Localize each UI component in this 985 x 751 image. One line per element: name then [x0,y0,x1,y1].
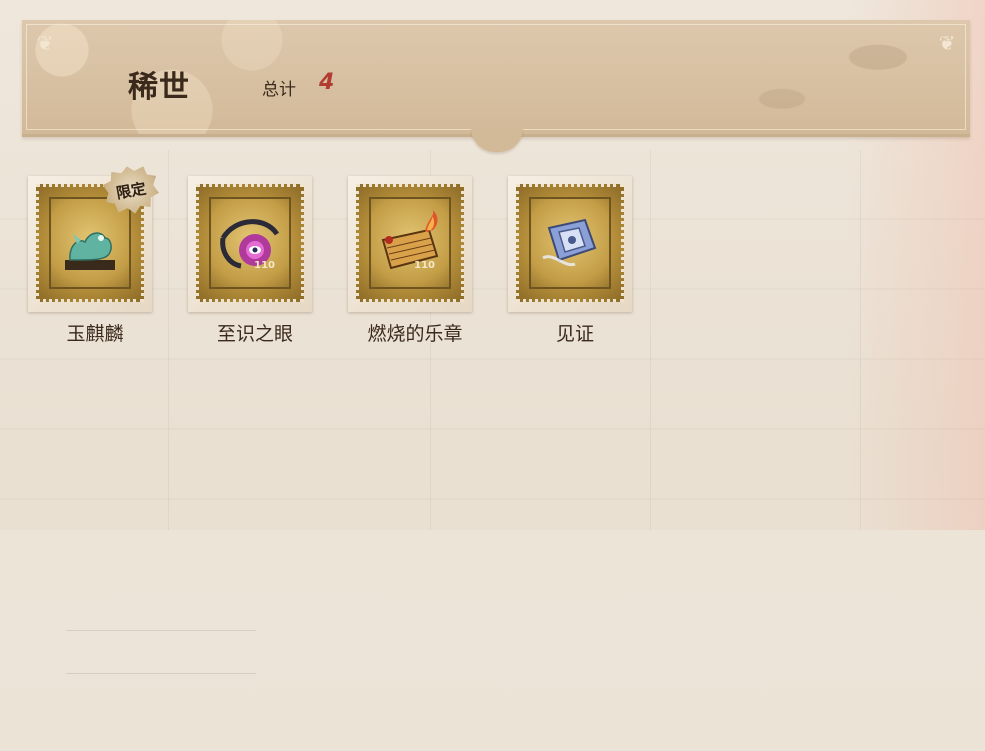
banner-flower-decoration [710,26,950,130]
stamp-name: 玉麒麟 [66,323,124,345]
stamp-name: 至识之眼 [216,323,293,345]
stamp-inner: 110 [209,197,291,289]
stamp-name: 燃烧的乐章 [367,323,463,345]
stamp-item-jade-qilin[interactable]: 限定 [22,176,156,316]
stamp-inner [529,197,611,289]
stamp-inner: 110 [369,197,451,289]
total-label: 总计 [262,80,296,100]
stamp-frame [516,184,624,302]
stamp-item-witness[interactable] [502,176,636,316]
header-banner: ❦ ❦ 稀世 总计 4 [22,20,970,137]
ledger-divider [860,150,861,530]
jade-qilin-icon [65,232,115,270]
stamp-item-eye-of-knowledge[interactable]: 110 [182,176,316,316]
corner-ornament-icon: ❦ [36,31,54,55]
stamp-frame: 110 [196,184,304,302]
stamp-name: 见证 [555,323,594,345]
witness-icon [542,218,597,267]
stamp-frame: 110 [356,184,464,302]
stamp-value: 110 [254,260,275,271]
total-count: 4 [319,70,335,95]
stamp-value: 110 [414,260,435,271]
page-title: 稀世 [128,70,190,105]
stamp-item-burning-score[interactable]: 110 [342,176,476,316]
ruler-decoration [66,630,256,674]
corner-ornament-icon: ❦ [938,31,956,55]
